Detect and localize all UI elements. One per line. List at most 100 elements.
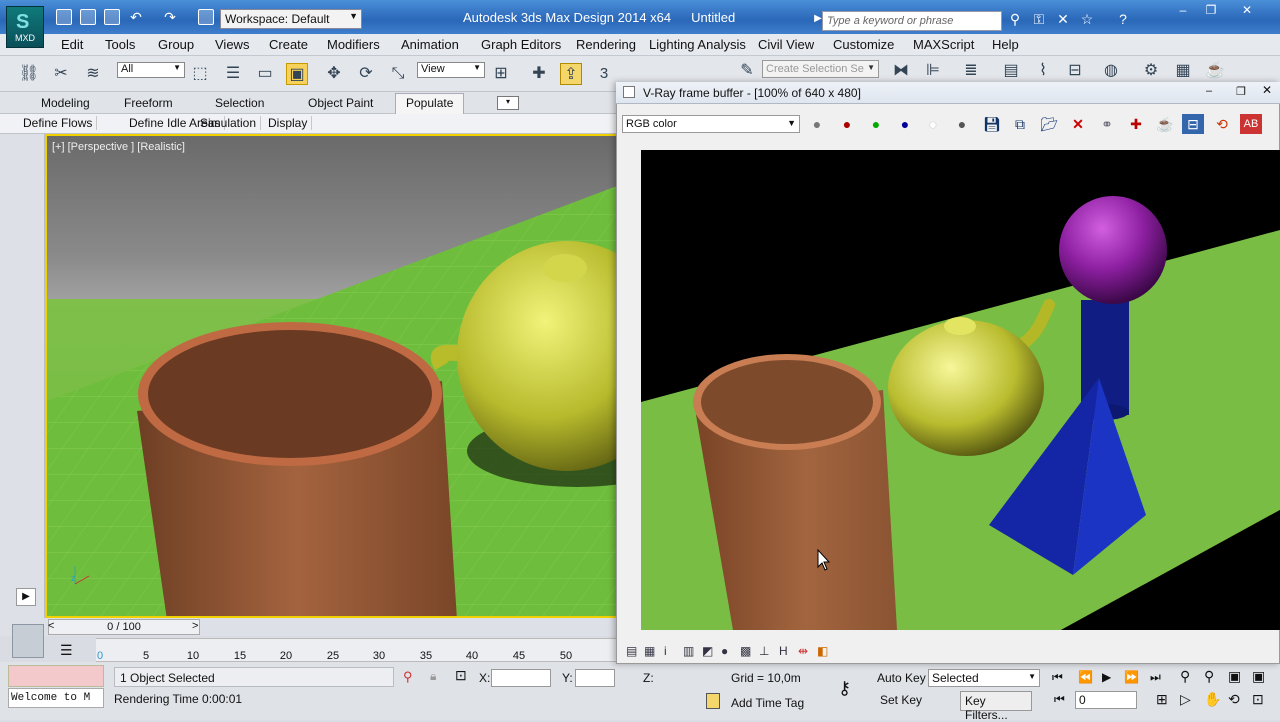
vfb-close-icon[interactable]: ✕ bbox=[1262, 83, 1272, 97]
menu-tools[interactable]: Tools bbox=[105, 37, 135, 52]
track-bar[interactable]: 0 5 10 15 20 25 30 35 40 45 50 bbox=[96, 638, 620, 662]
tab-populate[interactable]: Populate bbox=[395, 93, 465, 114]
menu-create[interactable]: Create bbox=[269, 37, 308, 52]
tab-freeform[interactable]: Freeform bbox=[124, 96, 173, 110]
rect-selection-icon[interactable]: ▭ bbox=[254, 63, 276, 85]
minimize-icon[interactable]: – bbox=[1170, 4, 1196, 18]
material-editor-icon[interactable]: ◍ bbox=[1100, 60, 1122, 82]
menu-modifiers[interactable]: Modifiers bbox=[327, 37, 380, 52]
perspective-viewport[interactable]: z bbox=[45, 134, 620, 618]
mono-channel-icon[interactable]: ● bbox=[951, 114, 973, 134]
rgb-channel-icon[interactable]: ● bbox=[806, 114, 828, 134]
current-frame-input[interactable]: 0 bbox=[1075, 691, 1137, 709]
play-icon[interactable]: ▶ bbox=[1102, 670, 1111, 684]
ab-compare-icon[interactable]: AB bbox=[1240, 114, 1262, 134]
info-icon[interactable]: i bbox=[664, 644, 667, 658]
x-coordinate-input[interactable] bbox=[491, 669, 551, 687]
show-options-icon[interactable]: ▤ bbox=[626, 644, 637, 658]
load-image-icon[interactable]: 📂︎ bbox=[1038, 114, 1060, 134]
select-by-name-icon[interactable]: ☰ bbox=[222, 63, 244, 85]
exposure-icon[interactable]: ● bbox=[721, 644, 728, 658]
zoom-extents-icon[interactable]: ▣ bbox=[1228, 668, 1241, 685]
green-channel-icon[interactable]: ● bbox=[865, 114, 887, 134]
binoculars-icon[interactable]: ⚲ bbox=[1007, 11, 1023, 27]
schematic-view-icon[interactable]: ⊟ bbox=[1064, 60, 1086, 82]
menu-help[interactable]: Help bbox=[992, 37, 1019, 52]
y-coordinate-input[interactable] bbox=[575, 669, 615, 687]
help-icon[interactable]: ? bbox=[1115, 11, 1131, 27]
lens-effects-icon[interactable]: ◧ bbox=[817, 644, 828, 658]
auto-key-button[interactable]: Auto Key bbox=[877, 671, 926, 685]
render-icon[interactable]: ☕ bbox=[1154, 114, 1176, 134]
rotate-icon[interactable]: ⟳ bbox=[355, 63, 377, 85]
move-icon[interactable]: ✥ bbox=[323, 63, 345, 85]
curve-editor-icon[interactable]: ⌇ bbox=[1032, 60, 1054, 82]
track-mouse-icon[interactable]: ✚ bbox=[1125, 114, 1147, 134]
link-to-render-icon[interactable]: ⟲ bbox=[1211, 114, 1233, 134]
field-of-view-icon[interactable]: ▷ bbox=[1180, 691, 1191, 708]
exchange-icon[interactable]: ✕ bbox=[1055, 11, 1071, 27]
scale-icon[interactable]: ⤡ bbox=[387, 63, 409, 85]
app-menu-button[interactable]: S MXD bbox=[6, 6, 44, 48]
next-frame-icon[interactable]: > bbox=[192, 620, 198, 632]
menu-customize[interactable]: Customize bbox=[833, 37, 894, 52]
transform-mode-icon[interactable]: ⊡ bbox=[455, 667, 467, 684]
red-channel-icon[interactable]: ● bbox=[836, 114, 858, 134]
bind-spacewarp-icon[interactable]: ≋ bbox=[82, 63, 104, 85]
zoom-icon[interactable]: ⚲ bbox=[1180, 668, 1190, 685]
time-tag-icon[interactable] bbox=[706, 693, 720, 709]
window-crossing-icon[interactable]: ▣ bbox=[286, 63, 308, 85]
color-correction-icon[interactable]: ◩ bbox=[702, 644, 713, 658]
channel-dropdown[interactable]: RGB color ▼ bbox=[622, 115, 800, 133]
goto-end-icon[interactable]: ⏭ bbox=[1150, 670, 1161, 685]
reference-coordinate-dropdown[interactable]: View ▼ bbox=[417, 62, 485, 78]
duplicate-mtl-icon[interactable]: ⚭ bbox=[1096, 114, 1118, 134]
track-bar-icon[interactable]: ☰ bbox=[60, 642, 73, 659]
key-mode-toggle-icon[interactable]: ⏮ bbox=[1054, 692, 1065, 707]
isolate-icon[interactable]: ⚲ bbox=[403, 669, 413, 685]
key-mode-dropdown[interactable]: Selected ▼ bbox=[928, 669, 1040, 687]
next-key-icon[interactable]: ⏩ bbox=[1124, 670, 1139, 684]
unlink-icon[interactable]: ✂ bbox=[50, 63, 72, 85]
region-render-icon[interactable]: ⊟ bbox=[1182, 114, 1204, 134]
star-icon[interactable]: ☆ bbox=[1079, 11, 1095, 27]
goto-start-icon[interactable]: ⏮ bbox=[1052, 670, 1063, 685]
display-button[interactable]: Display bbox=[264, 116, 313, 130]
save-image-icon[interactable]: 💾︎ bbox=[981, 114, 1003, 134]
welcome-prompt[interactable]: Welcome to M bbox=[8, 688, 104, 708]
clear-image-icon[interactable]: ✕ bbox=[1067, 114, 1089, 134]
redo-icon[interactable]: ↷ bbox=[162, 9, 178, 25]
select-manipulate-icon[interactable]: ✚ bbox=[528, 63, 550, 85]
define-flows-button[interactable]: Define Flows bbox=[19, 116, 98, 130]
menu-animation[interactable]: Animation bbox=[401, 37, 459, 52]
use-pivot-icon[interactable]: ⊞ bbox=[490, 63, 512, 85]
vfb-maximize-icon[interactable]: ❐ bbox=[1236, 85, 1246, 98]
key-filters-button[interactable]: Key Filters... bbox=[960, 691, 1032, 722]
layer-manager-icon[interactable]: ≣ bbox=[960, 60, 982, 82]
menu-views[interactable]: Views bbox=[215, 37, 249, 52]
prev-key-icon[interactable]: ⏪ bbox=[1078, 670, 1093, 684]
rendered-frame-window-icon[interactable]: ▦ bbox=[1172, 60, 1194, 82]
lock-icon[interactable]: 🔒︎ bbox=[430, 669, 436, 684]
key-icon[interactable]: ⚿ bbox=[1031, 11, 1047, 27]
undo-icon[interactable]: ↶ bbox=[128, 9, 144, 25]
maxscript-listener-input[interactable] bbox=[8, 665, 104, 687]
viewport-label[interactable]: [+] [Perspective ] [Realistic] bbox=[52, 141, 185, 153]
maximize-viewport-icon[interactable]: ⊡ bbox=[1252, 691, 1264, 708]
link-icon[interactable]: ⛓ bbox=[18, 63, 40, 85]
levels-icon[interactable]: ▩ bbox=[740, 644, 751, 658]
prev-frame-icon[interactable]: < bbox=[48, 620, 54, 632]
save-all-icon[interactable]: ⧉ bbox=[1009, 114, 1031, 134]
expand-panel-icon[interactable]: ▶ bbox=[16, 588, 36, 606]
graphite-icon[interactable]: ▤ bbox=[1000, 60, 1022, 82]
curve-icon[interactable]: ⇹ bbox=[798, 644, 808, 658]
named-selection-input[interactable]: Create Selection Se ▼ bbox=[762, 60, 879, 78]
rendered-image[interactable] bbox=[641, 150, 1280, 630]
zoom-extents-all-icon[interactable]: ▣ bbox=[1252, 668, 1265, 685]
zoom-all-icon[interactable]: ⚲ bbox=[1204, 668, 1214, 685]
mirror-icon[interactable]: ⧓ bbox=[890, 60, 912, 82]
menu-group[interactable]: Group bbox=[158, 37, 194, 52]
default-key-icon[interactable]: ⚷ bbox=[838, 678, 851, 699]
project-folder-icon[interactable] bbox=[198, 9, 214, 25]
tab-modeling[interactable]: Modeling bbox=[41, 96, 90, 110]
